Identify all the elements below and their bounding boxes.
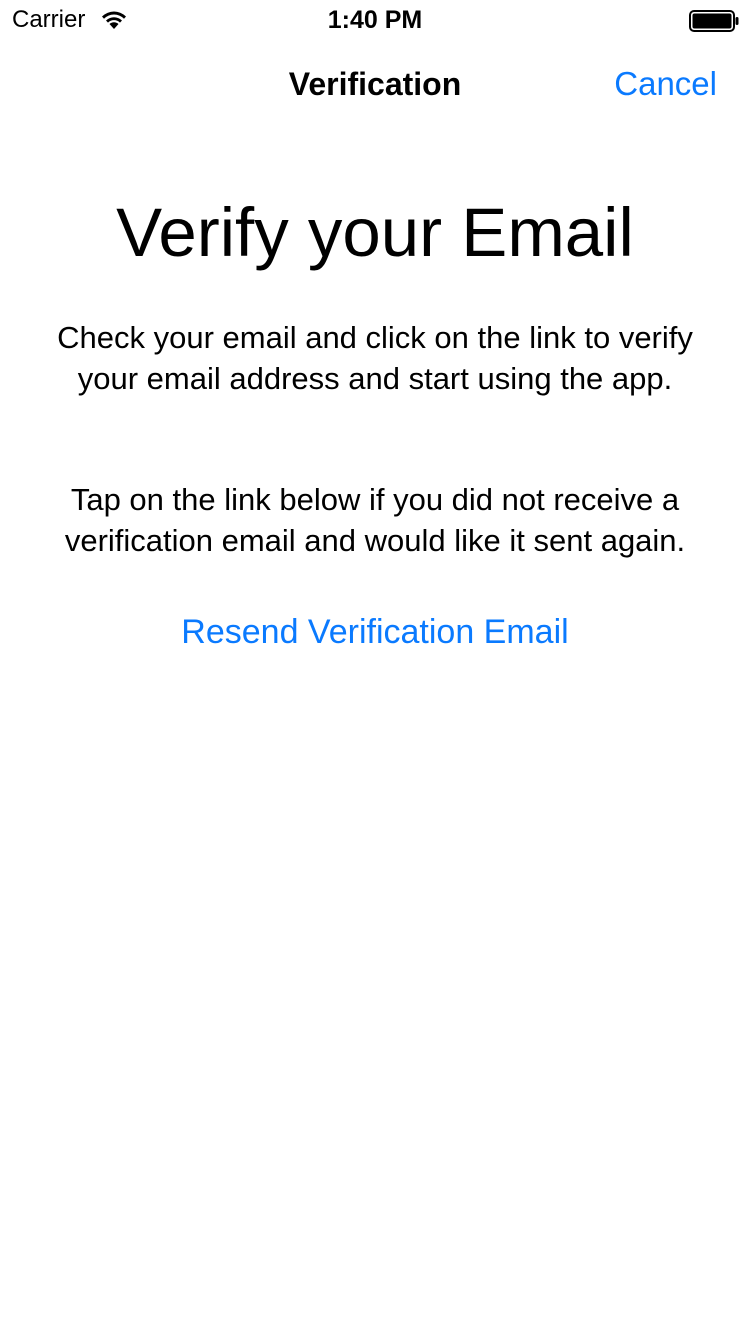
resend-instructions-text: Tap on the link below if you did not rec… xyxy=(64,482,686,558)
resend-verification-link[interactable]: Resend Verification Email xyxy=(0,610,750,654)
cancel-button[interactable]: Cancel xyxy=(614,64,717,104)
status-time: 1:40 PM xyxy=(327,6,423,34)
status-bar: Carrier 1:40 PM xyxy=(0,0,750,40)
battery-full-icon xyxy=(689,10,739,32)
navigation-bar: Verification Cancel xyxy=(0,40,750,128)
instructions-text: Check your email and click on the link t… xyxy=(57,320,693,396)
page-title: Verify your Email xyxy=(116,194,634,271)
